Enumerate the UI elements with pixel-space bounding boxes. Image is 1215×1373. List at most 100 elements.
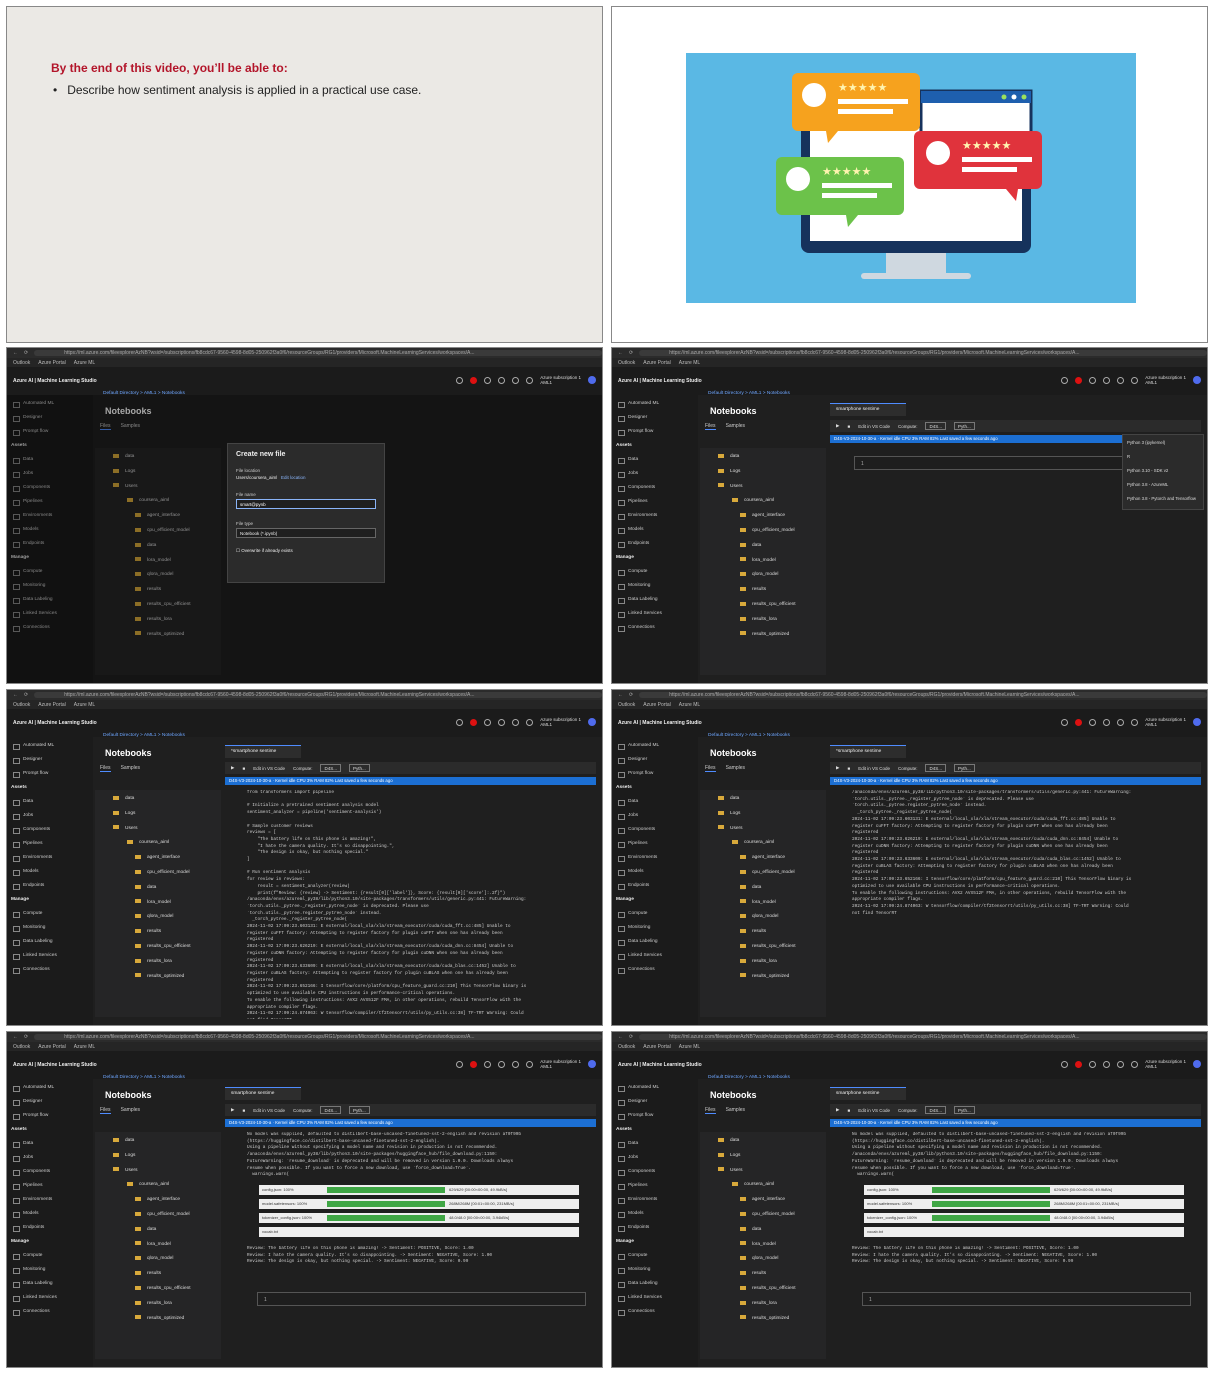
bookmark-outlook[interactable]: Outlook <box>618 1044 635 1050</box>
clock-icon[interactable] <box>456 718 464 726</box>
edit-vscode-button[interactable]: Edit in VS Code <box>858 766 890 771</box>
feedback-icon[interactable] <box>498 1060 506 1068</box>
compute-select[interactable]: D4S... <box>320 764 341 772</box>
nav-components[interactable]: Components <box>616 823 694 837</box>
nav-prompt-flow[interactable]: Prompt flow <box>616 425 694 439</box>
nav-models[interactable]: Models <box>11 1207 89 1221</box>
bookmark-azure-portal[interactable]: Azure Portal <box>643 702 671 708</box>
run-all-icon[interactable]: ▶ <box>836 1107 839 1113</box>
help-icon[interactable] <box>1117 1060 1125 1068</box>
nav-environments[interactable]: Environments <box>11 1193 89 1207</box>
tree-item[interactable]: cpu_efficient_model <box>708 1208 818 1223</box>
notifications-icon[interactable] <box>1075 718 1083 726</box>
tree-item[interactable]: coursera_aiml <box>708 836 818 851</box>
tree-item[interactable]: cpu_efficient_model <box>708 524 818 539</box>
nav-components[interactable]: Components <box>616 481 694 495</box>
nav-linked-services[interactable]: Linked Services <box>616 607 694 621</box>
tree-item[interactable]: data <box>708 881 818 896</box>
tree-item[interactable]: results_optimized <box>708 1312 818 1327</box>
nav-monitoring[interactable]: Monitoring <box>11 1263 89 1277</box>
bookmark-outlook[interactable]: Outlook <box>618 360 635 366</box>
smiley-icon[interactable] <box>526 376 534 384</box>
subscription-info[interactable]: Azure subscription 1 AML1 <box>540 717 581 727</box>
tree-item[interactable]: Logs <box>708 465 818 480</box>
nav-endpoints[interactable]: Endpoints <box>11 879 89 893</box>
tree-item[interactable]: Users <box>708 480 818 495</box>
edit-vscode-button[interactable]: Edit in VS Code <box>858 424 890 429</box>
notebook-tab[interactable]: *smartphone sentime <box>225 745 301 758</box>
nav-models[interactable]: Models <box>11 865 89 879</box>
nav-automated-ml[interactable]: Automated ML <box>11 739 89 753</box>
refresh-icon[interactable]: ⟳ <box>629 350 633 356</box>
tree-item[interactable]: data <box>708 1134 818 1149</box>
nav-models[interactable]: Models <box>616 1207 694 1221</box>
tree-item[interactable]: Users <box>103 1164 213 1179</box>
nav-connections[interactable]: Connections <box>616 621 694 635</box>
back-icon[interactable]: ← <box>618 1034 623 1040</box>
tree-item[interactable]: results_cpu_efficient <box>103 1282 213 1297</box>
kernel-select[interactable]: Pyth... <box>954 422 975 430</box>
notebook-tab[interactable]: *smartphone sentime <box>830 745 906 758</box>
overwrite-checkbox[interactable]: ☐ Overwrite if already exists <box>236 548 376 554</box>
stop-icon[interactable]: ■ <box>242 1108 245 1113</box>
nav-data[interactable]: Data <box>11 1137 89 1151</box>
tree-item[interactable]: lora_model <box>708 896 818 911</box>
nav-environments[interactable]: Environments <box>11 851 89 865</box>
nav-compute[interactable]: Compute <box>616 907 694 921</box>
tree-item[interactable]: qlora_model <box>708 910 818 925</box>
nav-monitoring[interactable]: Monitoring <box>616 921 694 935</box>
tree-item[interactable]: qlora_model <box>708 568 818 583</box>
address-bar[interactable]: https://ml.azure.com/fileexplorerAzNB?ws… <box>34 1034 602 1040</box>
tab-samples[interactable]: Samples <box>726 765 745 772</box>
bookmark-azure-ml[interactable]: Azure ML <box>74 360 95 366</box>
nav-pipelines[interactable]: Pipelines <box>616 1179 694 1193</box>
gear-icon[interactable] <box>1089 718 1097 726</box>
help-icon[interactable] <box>512 1060 520 1068</box>
run-all-icon[interactable]: ▶ <box>231 1107 234 1113</box>
back-icon[interactable]: ← <box>618 350 623 356</box>
nav-environments[interactable]: Environments <box>616 509 694 523</box>
tree-item[interactable]: results_lora <box>103 1297 213 1312</box>
subscription-info[interactable]: Azure subscription 1 AML1 <box>1145 375 1186 385</box>
address-bar[interactable]: https://ml.azure.com/fileexplorerAzNB?ws… <box>639 692 1207 698</box>
feedback-icon[interactable] <box>498 718 506 726</box>
tab-files[interactable]: Files <box>705 765 716 772</box>
tree-item[interactable]: cpu_efficient_model <box>103 866 213 881</box>
nav-designer[interactable]: Designer <box>616 1095 694 1109</box>
breadcrumb[interactable]: Default Directory > AML1 > Notebooks <box>103 1075 185 1080</box>
tree-item[interactable]: data <box>708 792 818 807</box>
notifications-icon[interactable] <box>1075 1060 1083 1068</box>
tree-item[interactable]: results_cpu_efficient <box>708 1282 818 1297</box>
nav-linked-services[interactable]: Linked Services <box>616 949 694 963</box>
address-bar[interactable]: https://ml.azure.com/fileexplorerAzNB?ws… <box>34 350 602 356</box>
tab-samples[interactable]: Samples <box>121 765 140 772</box>
tree-item[interactable]: results <box>708 1267 818 1282</box>
tree-item[interactable]: results <box>103 925 213 940</box>
tree-item[interactable]: agent_interface <box>103 1193 213 1208</box>
nav-jobs[interactable]: Jobs <box>616 467 694 481</box>
code-cell[interactable]: 1 <box>862 1292 1191 1306</box>
tree-item[interactable]: data <box>103 1223 213 1238</box>
subscription-info[interactable]: Azure subscription 1 AML1 <box>540 375 581 385</box>
stop-icon[interactable]: ■ <box>847 766 850 771</box>
tree-item[interactable]: data <box>708 539 818 554</box>
nav-compute[interactable]: Compute <box>11 907 89 921</box>
nav-prompt-flow[interactable]: Prompt flow <box>11 1109 89 1123</box>
nav-designer[interactable]: Designer <box>11 1095 89 1109</box>
edit-vscode-button[interactable]: Edit in VS Code <box>253 766 285 771</box>
refresh-icon[interactable]: ⟳ <box>24 350 28 356</box>
nav-endpoints[interactable]: Endpoints <box>616 1221 694 1235</box>
nav-compute[interactable]: Compute <box>616 1249 694 1263</box>
nav-monitoring[interactable]: Monitoring <box>11 921 89 935</box>
tree-item[interactable]: coursera_aiml <box>708 494 818 509</box>
bookmark-azure-portal[interactable]: Azure Portal <box>643 360 671 366</box>
nav-environments[interactable]: Environments <box>616 851 694 865</box>
tree-item[interactable]: data <box>103 792 213 807</box>
tree-item[interactable]: results_lora <box>708 1297 818 1312</box>
tree-item[interactable]: Logs <box>103 1149 213 1164</box>
tree-item[interactable]: results <box>708 583 818 598</box>
notebook-tab[interactable]: smartphone sentime <box>225 1087 301 1100</box>
smiley-icon[interactable] <box>526 718 534 726</box>
feedback-icon[interactable] <box>1103 718 1111 726</box>
notifications-icon[interactable] <box>1075 376 1083 384</box>
